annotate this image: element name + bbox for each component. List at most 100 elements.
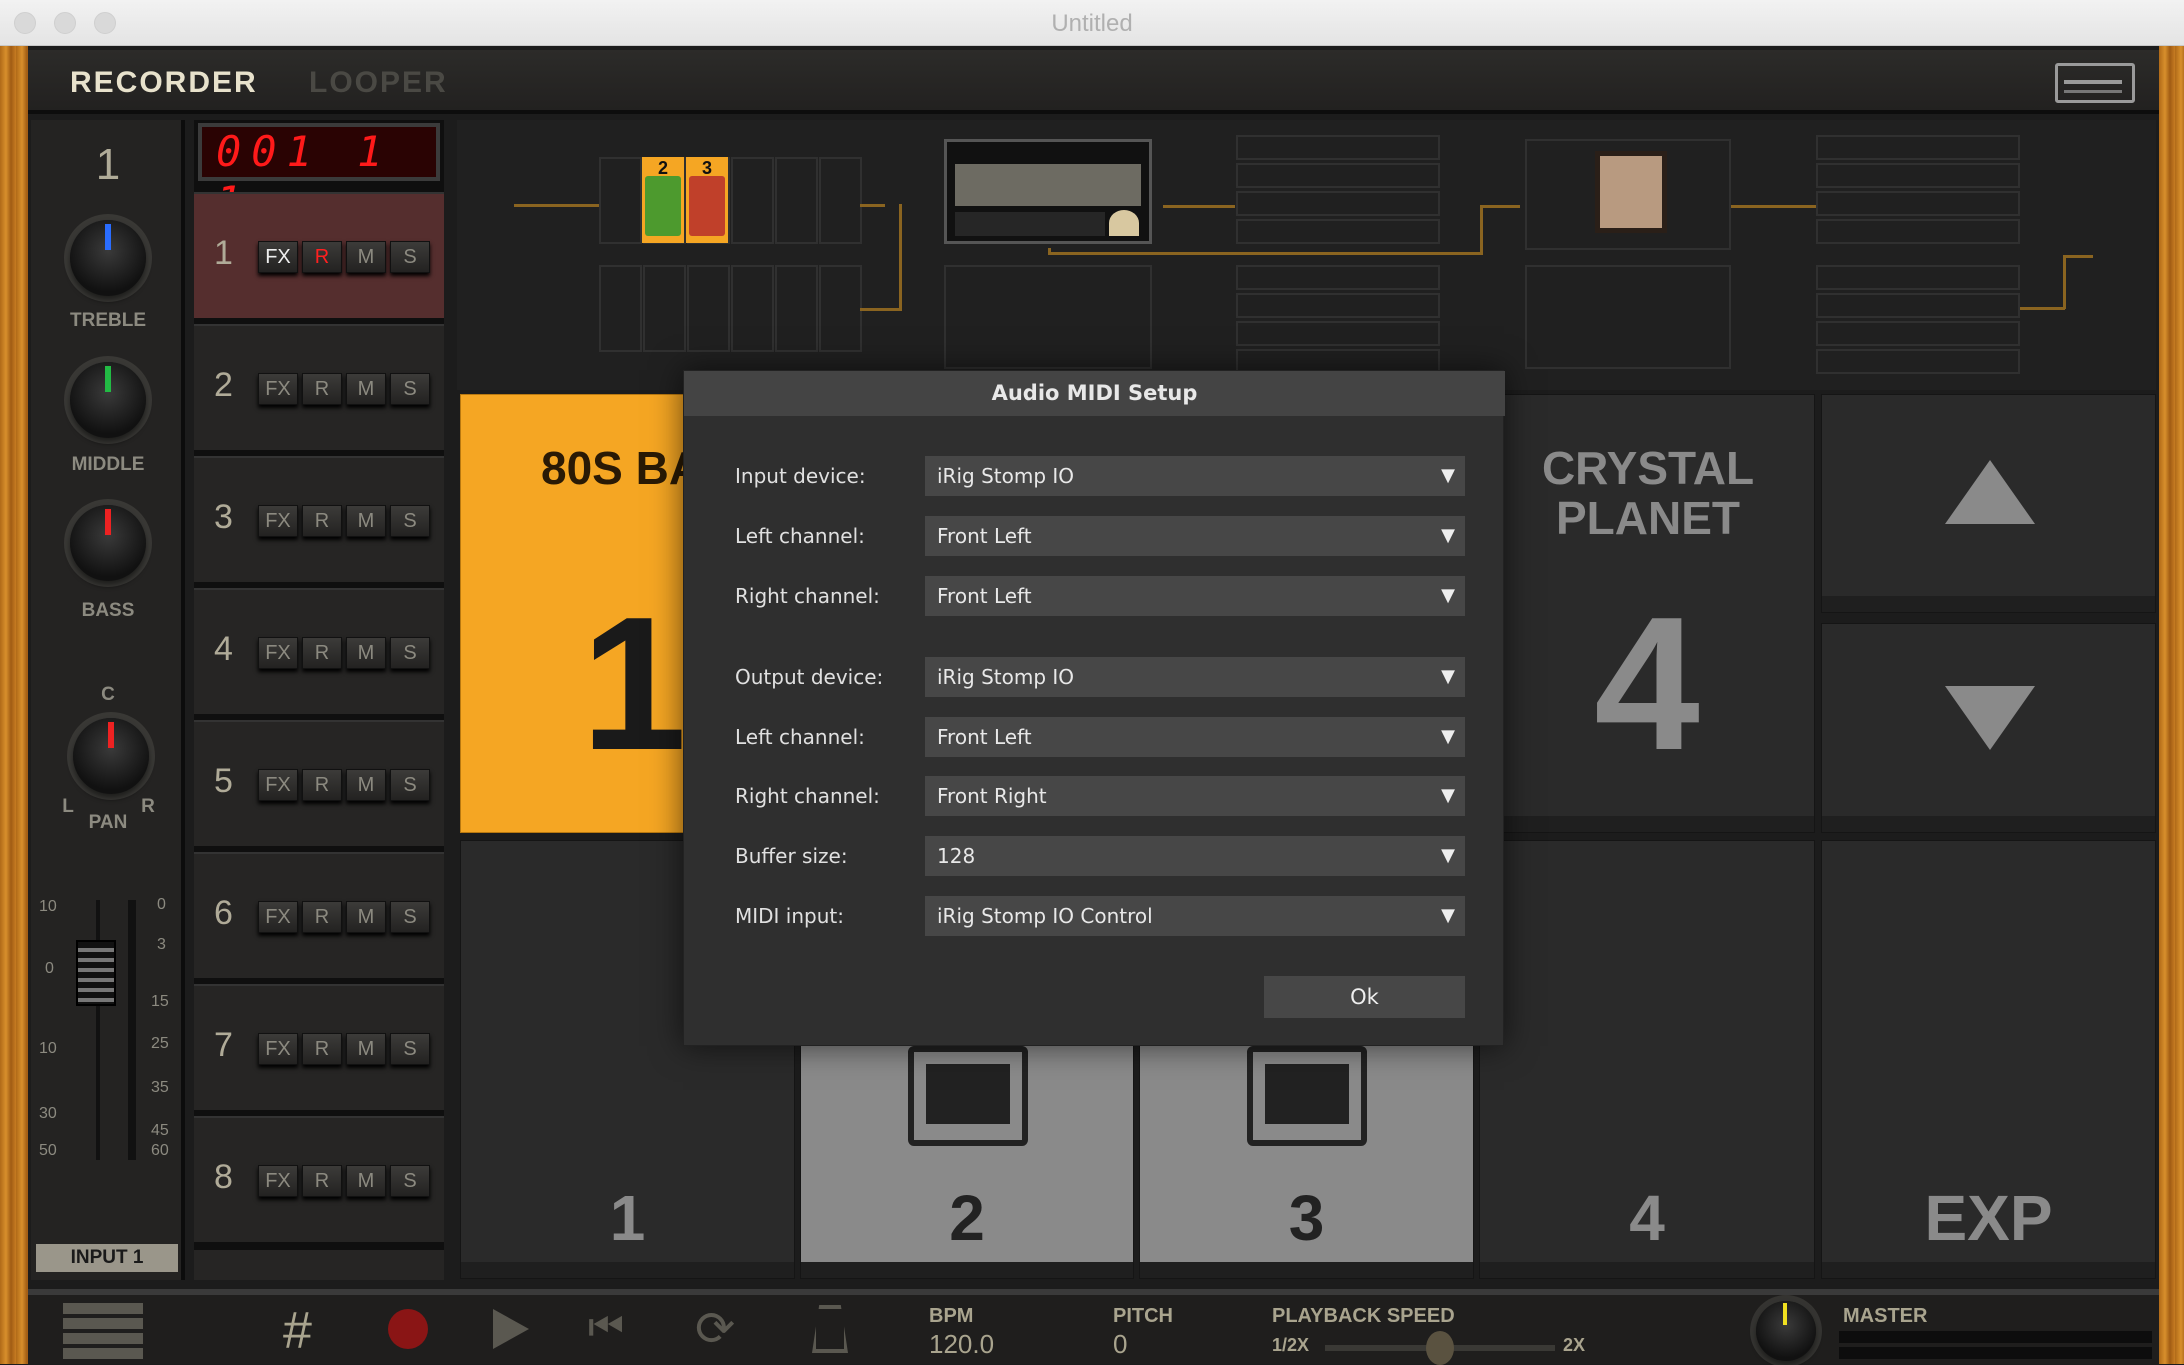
pedal-slot[interactable] (731, 265, 774, 352)
track-row[interactable]: 5 FX R M S (194, 720, 444, 846)
track-r-button[interactable]: R (302, 505, 342, 537)
track-s-button[interactable]: S (390, 241, 430, 273)
rack-slot[interactable] (1236, 219, 1440, 244)
ok-button[interactable]: Ok (1264, 976, 1465, 1018)
track-m-button[interactable]: M (346, 241, 386, 273)
pedal-slot[interactable] (599, 157, 642, 244)
rack-slot[interactable] (1816, 293, 2020, 318)
track-s-button[interactable]: S (390, 1165, 430, 1197)
pedal-slot[interactable] (775, 157, 818, 244)
track-m-button[interactable]: M (346, 901, 386, 933)
track-r-button[interactable]: R (302, 637, 342, 669)
preset-up-button[interactable] (1821, 394, 2156, 613)
field-dropdown[interactable]: iRig Stomp IO Control ▼ (925, 896, 1465, 936)
track-fx-button[interactable]: FX (258, 505, 298, 537)
pedal-slot[interactable] (687, 265, 730, 352)
rack-slot[interactable] (1236, 163, 1440, 188)
track-s-button[interactable]: S (390, 769, 430, 801)
rack-slot[interactable] (1236, 265, 1440, 290)
field-dropdown[interactable]: iRig Stomp IO ▼ (925, 657, 1465, 697)
track-fx-button[interactable]: FX (258, 637, 298, 669)
track-row[interactable]: 1 FX R M S (194, 192, 444, 318)
pedal-slot[interactable] (643, 265, 686, 352)
footswitch-exp[interactable]: EXP (1821, 840, 2156, 1279)
rack-slot[interactable] (1816, 265, 2020, 290)
rack-slot[interactable] (1816, 135, 2020, 160)
track-m-button[interactable]: M (346, 769, 386, 801)
loop-button[interactable]: ⟳ (695, 1301, 735, 1357)
rack-slot[interactable] (1816, 321, 2020, 346)
rack-slot[interactable] (1236, 135, 1440, 160)
rack-slot[interactable] (1816, 219, 2020, 244)
track-m-button[interactable]: M (346, 637, 386, 669)
pedal-slot[interactable] (819, 157, 862, 244)
rack-slot[interactable] (1816, 191, 2020, 216)
bass-knob[interactable] (70, 505, 146, 581)
field-dropdown[interactable]: Front Left ▼ (925, 717, 1465, 757)
track-fx-button[interactable]: FX (258, 373, 298, 405)
tab-looper[interactable]: LOOPER (309, 66, 448, 100)
rewind-button[interactable]: ⏮ (588, 1305, 624, 1350)
rack-view-icon[interactable] (2055, 63, 2135, 103)
playback-speed-handle[interactable] (1426, 1331, 1454, 1365)
rack-slot[interactable] (1816, 163, 2020, 188)
pedal-slot[interactable] (775, 265, 818, 352)
master-knob[interactable] (1756, 1301, 1816, 1361)
rack-slot[interactable] (1236, 293, 1440, 318)
track-r-button[interactable]: R (302, 1033, 342, 1065)
track-row[interactable]: 6 FX R M S (194, 852, 444, 978)
field-dropdown[interactable]: 128 ▼ (925, 836, 1465, 876)
pedal-slot-3[interactable]: 3 (686, 157, 728, 243)
menu-icon[interactable] (63, 1303, 143, 1359)
cabinet-slot-empty[interactable] (1525, 265, 1731, 369)
track-r-button[interactable]: R (302, 241, 342, 273)
track-row[interactable]: 4 FX R M S (194, 588, 444, 714)
metronome-button[interactable] (812, 1305, 848, 1353)
pan-knob[interactable] (73, 718, 149, 794)
field-dropdown[interactable]: Front Right ▼ (925, 776, 1465, 816)
tab-recorder[interactable]: RECORDER (70, 66, 258, 100)
track-fx-button[interactable]: FX (258, 769, 298, 801)
amp-head[interactable] (944, 139, 1152, 244)
track-fx-button[interactable]: FX (258, 241, 298, 273)
rack-slot[interactable] (1236, 191, 1440, 216)
track-r-button[interactable]: R (302, 373, 342, 405)
grid-icon[interactable]: # (283, 1301, 312, 1361)
field-dropdown[interactable]: Front Left ▼ (925, 576, 1465, 616)
treble-knob[interactable] (70, 220, 146, 296)
pedal-slot[interactable] (599, 265, 642, 352)
rack-slot[interactable] (1816, 349, 2020, 374)
track-fx-button[interactable]: FX (258, 1165, 298, 1197)
rack-slot[interactable] (1236, 321, 1440, 346)
middle-knob[interactable] (70, 362, 146, 438)
footswitch-4[interactable]: 4 (1479, 840, 1815, 1279)
track-s-button[interactable]: S (390, 505, 430, 537)
track-s-button[interactable]: S (390, 373, 430, 405)
track-row[interactable]: 8 FX R M S (194, 1116, 444, 1242)
amp-slot-empty[interactable] (944, 265, 1152, 369)
bpm-value[interactable]: 120.0 (929, 1329, 994, 1360)
record-button[interactable] (388, 1309, 428, 1349)
track-m-button[interactable]: M (346, 1165, 386, 1197)
preset-down-button[interactable] (1821, 623, 2156, 833)
track-r-button[interactable]: R (302, 901, 342, 933)
play-button[interactable] (493, 1309, 529, 1349)
track-r-button[interactable]: R (302, 1165, 342, 1197)
track-row[interactable]: 7 FX R M S (194, 984, 444, 1110)
input-selector[interactable]: INPUT 1 (36, 1244, 178, 1272)
pedal-slot[interactable] (731, 157, 774, 244)
pedal-slot-2[interactable]: 2 (642, 157, 684, 243)
field-dropdown[interactable]: Front Left ▼ (925, 516, 1465, 556)
pitch-value[interactable]: 0 (1113, 1329, 1127, 1360)
track-m-button[interactable]: M (346, 505, 386, 537)
preset-pad-4[interactable]: CRYSTAL PLANET 4 (1479, 394, 1815, 833)
track-s-button[interactable]: S (390, 901, 430, 933)
track-row[interactable]: 3 FX R M S (194, 456, 444, 582)
volume-fader[interactable] (76, 940, 116, 1006)
track-fx-button[interactable]: FX (258, 1033, 298, 1065)
track-row[interactable]: 2 FX R M S (194, 324, 444, 450)
track-m-button[interactable]: M (346, 1033, 386, 1065)
field-dropdown[interactable]: iRig Stomp IO ▼ (925, 456, 1465, 496)
track-r-button[interactable]: R (302, 769, 342, 801)
track-m-button[interactable]: M (346, 373, 386, 405)
